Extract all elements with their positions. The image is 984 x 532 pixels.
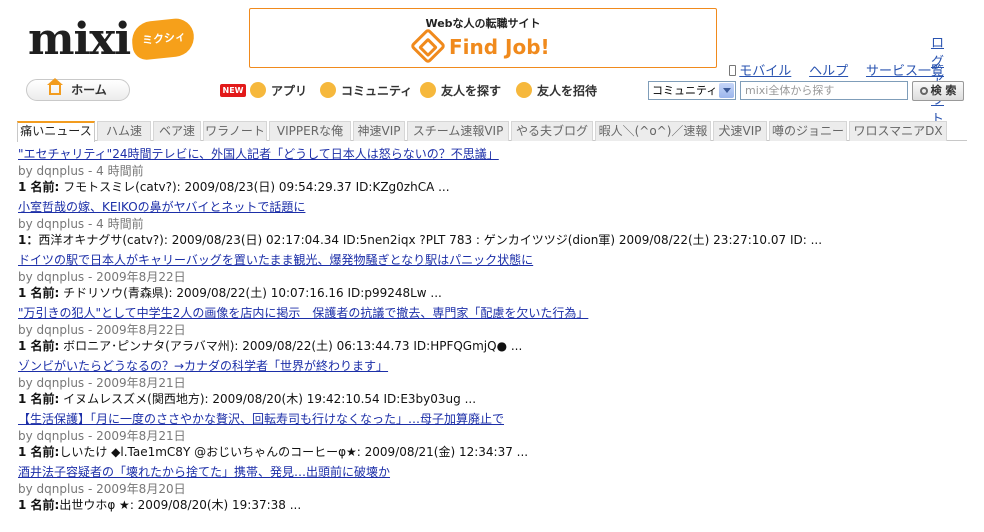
news-meta: by dqnplus - 4 時間前 <box>18 164 144 178</box>
search-button-label: 検 索 <box>930 84 957 97</box>
nav-community-label: コミュニティ <box>341 84 413 98</box>
tab-hamusoku[interactable]: ハム速 <box>97 121 151 141</box>
news-excerpt-text: チドリソウ(青森県): 2009/08/22(土) 10:07:16.16 ID… <box>59 286 442 300</box>
apps-icon <box>250 82 266 98</box>
news-excerpt-text: フモトスミレ(catv?): 2009/08/23(日) 09:54:29.37… <box>59 180 450 194</box>
find-friends-icon <box>420 82 436 98</box>
news-title-link[interactable]: ドイツの駅で日本人がキャリーバッグを置いたまま観光、爆発物騒ぎとなり駅はパニック… <box>18 251 533 268</box>
news-excerpt: 1 名前:出世ウホφ ★: 2009/08/20(木) 19:37:38 ... <box>18 496 301 513</box>
home-icon <box>47 78 64 95</box>
news-title-link[interactable]: "エセチャリティ"24時間テレビに、外国人記者「どうして日本人は怒らないの？不思… <box>18 145 499 162</box>
news-excerpt: 1 名前: フモトスミレ(catv?): 2009/08/23(日) 09:54… <box>18 178 450 195</box>
tab-vipper[interactable]: VIPPERな俺 <box>269 121 351 141</box>
news-title-link[interactable]: "万引きの犯人"として中学生2人の画像を店内に掲示 保護者の抗議で撤去、専門家「… <box>18 304 588 321</box>
list-item: "万引きの犯人"として中学生2人の画像を店内に掲示 保護者の抗議で撤去、専門家「… <box>18 304 968 356</box>
news-excerpt: 1 名前:しいたけ ◆l.Tae1mC8Y @おじいちゃんのコーヒーφ★: 20… <box>18 443 528 460</box>
nav-find-friends[interactable]: 友人を探す <box>420 81 501 101</box>
news-meta: by dqnplus - 2009年8月21日 <box>18 376 186 390</box>
findjob-icon <box>409 27 447 65</box>
search-scope-select[interactable]: コミュニティ <box>648 81 736 100</box>
news-excerpt-text: しいたけ ◆l.Tae1mC8Y @おじいちゃんのコーヒーφ★: 2009/08… <box>59 445 529 459</box>
news-excerpt: 1 名前: チドリソウ(青森県): 2009/08/22(土) 10:07:16… <box>18 284 442 301</box>
news-excerpt-label: 1 名前: <box>18 286 60 300</box>
banner-title: Find Job! <box>449 35 550 59</box>
services-link[interactable]: サービス一覧 <box>866 64 944 79</box>
feed-tabs: 痛いニュース ハム速 ベア速 ワラノート VIPPERな俺 神速VIP スチーム… <box>17 121 967 142</box>
news-excerpt: 1 名前: ボロニア･ピンナタ(アラバマ州): 2009/08/22(土) 06… <box>18 337 522 354</box>
list-item: 酒井法子容疑者の「壊れたから捨てた」携帯、発見…出頭前に破壊か by dqnpl… <box>18 463 968 515</box>
nav-apps-label: アプリ <box>271 84 308 98</box>
list-item: 【生活保護】「月に一度のささやかな贅沢、回転寿司も行けなくなった」…母子加算廃止… <box>18 410 968 462</box>
search-icon <box>919 87 928 95</box>
news-excerpt-label: 1 名前: <box>18 392 60 406</box>
util-links: モバイル ヘルプ サービス一覧 <box>729 60 944 79</box>
news-excerpt-text: イヌムレスズメ(関西地方): 2009/08/20(木) 19:42:10.54… <box>59 392 477 406</box>
news-excerpt-label: 1 名前: <box>18 445 60 459</box>
findjob-banner[interactable]: Webな人の転職サイト Find Job! <box>249 8 717 68</box>
news-meta: by dqnplus - 2009年8月20日 <box>18 482 186 496</box>
tab-inusoku-vip[interactable]: 犬速VIP <box>713 121 767 141</box>
tab-steam-sokuho[interactable]: スチーム速報VIP <box>407 121 509 141</box>
mixi-logo[interactable]: mixi ミクシィ <box>28 14 198 66</box>
header: mixi ミクシィ Webな人の転職サイト Find Job! ログアウト モバ… <box>0 0 984 127</box>
news-excerpt-label: 1 名前: <box>18 180 60 194</box>
news-meta: by dqnplus - 2009年8月22日 <box>18 323 186 337</box>
news-excerpt: 1：西洋オキナグサ(catv?): 2009/08/23(日) 02:17:04… <box>18 231 822 248</box>
banner-subtitle: Webな人の転職サイト <box>425 17 541 30</box>
news-excerpt: 1 名前: イヌムレスズメ(関西地方): 2009/08/20(木) 19:42… <box>18 390 476 407</box>
tab-itai-news[interactable]: 痛いニュース <box>17 121 95 142</box>
global-nav: ホーム NEW アプリ コミュニティ 友人を探す 友人を招待 コミュニティ mi… <box>0 78 984 104</box>
mobile-link[interactable]: モバイル <box>739 64 791 79</box>
home-label: ホーム <box>71 83 107 97</box>
nav-invite-friends[interactable]: 友人を招待 <box>516 81 597 101</box>
tab-uwasa-johnny[interactable]: 噂のジョニー <box>769 121 847 141</box>
news-excerpt-text: 西洋オキナグサ(catv?): 2009/08/23(日) 02:17:04.3… <box>38 233 823 247</box>
nav-community[interactable]: コミュニティ <box>320 81 412 101</box>
mobile-phone-icon <box>729 65 737 76</box>
nav-apps[interactable]: アプリ <box>250 81 307 101</box>
search-input[interactable]: mixi全体から探す <box>740 81 908 100</box>
nav-invite-friends-label: 友人を招待 <box>537 84 598 98</box>
list-item: "エセチャリティ"24時間テレビに、外国人記者「どうして日本人は怒らないの？不思… <box>18 145 968 197</box>
nav-find-friends-label: 友人を探す <box>441 84 502 98</box>
list-item: 小室哲哉の嫁、KEIKOの鼻がヤバイとネットで話題に by dqnplus - … <box>18 198 968 250</box>
search-button[interactable]: 検 索 <box>912 81 964 101</box>
tab-bearsoku[interactable]: ベア速 <box>153 121 201 141</box>
news-title-link[interactable]: 酒井法子容疑者の「壊れたから捨てた」携帯、発見…出頭前に破壊か <box>18 463 390 480</box>
invite-mail-icon <box>516 82 532 98</box>
home-button[interactable]: ホーム <box>26 78 130 101</box>
news-excerpt-label: 1 名前: <box>18 339 60 353</box>
news-meta: by dqnplus - 2009年8月21日 <box>18 429 186 443</box>
tab-shinsoku-vip[interactable]: 神速VIP <box>353 121 405 141</box>
news-meta: by dqnplus - 2009年8月22日 <box>18 270 186 284</box>
logo-badge: ミクシィ <box>130 16 196 62</box>
news-title-link[interactable]: 小室哲哉の嫁、KEIKOの鼻がヤバイとネットで話題に <box>18 198 305 215</box>
tab-himajin-sokuho[interactable]: 暇人＼(^o^)／速報 <box>595 121 711 141</box>
news-title-link[interactable]: ゾンビがいたらどうなるの？→カナダの科学者「世界が終わります」 <box>18 357 388 374</box>
community-icon <box>320 82 336 98</box>
chevron-down-icon[interactable] <box>719 83 734 98</box>
news-excerpt-text: ボロニア･ピンナタ(アラバマ州): 2009/08/22(土) 06:13:44… <box>59 339 523 353</box>
tab-waranote[interactable]: ワラノート <box>203 121 267 141</box>
tab-yaruo-blog[interactable]: やる夫ブログ <box>511 121 593 141</box>
news-excerpt-label: 1 名前: <box>18 498 60 512</box>
tab-warosu-mania[interactable]: ワロスマニアDX <box>849 121 947 141</box>
list-item: ドイツの駅で日本人がキャリーバッグを置いたまま観光、爆発物騒ぎとなり駅はパニック… <box>18 251 968 303</box>
news-meta: by dqnplus - 4 時間前 <box>18 217 144 231</box>
news-excerpt-label: 1： <box>18 233 39 247</box>
list-item: ゾンビがいたらどうなるの？→カナダの科学者「世界が終わります」 by dqnpl… <box>18 357 968 409</box>
news-title-link[interactable]: 【生活保護】「月に一度のささやかな贅沢、回転寿司も行けなくなった」…母子加算廃止… <box>18 410 504 427</box>
logo-text: mixi <box>28 14 131 65</box>
help-link[interactable]: ヘルプ <box>809 64 848 79</box>
news-excerpt-text: 出世ウホφ ★: 2009/08/20(木) 19:37:38 ... <box>59 498 302 512</box>
search-scope-value: コミュニティ <box>652 84 718 97</box>
new-badge: NEW <box>220 84 246 97</box>
